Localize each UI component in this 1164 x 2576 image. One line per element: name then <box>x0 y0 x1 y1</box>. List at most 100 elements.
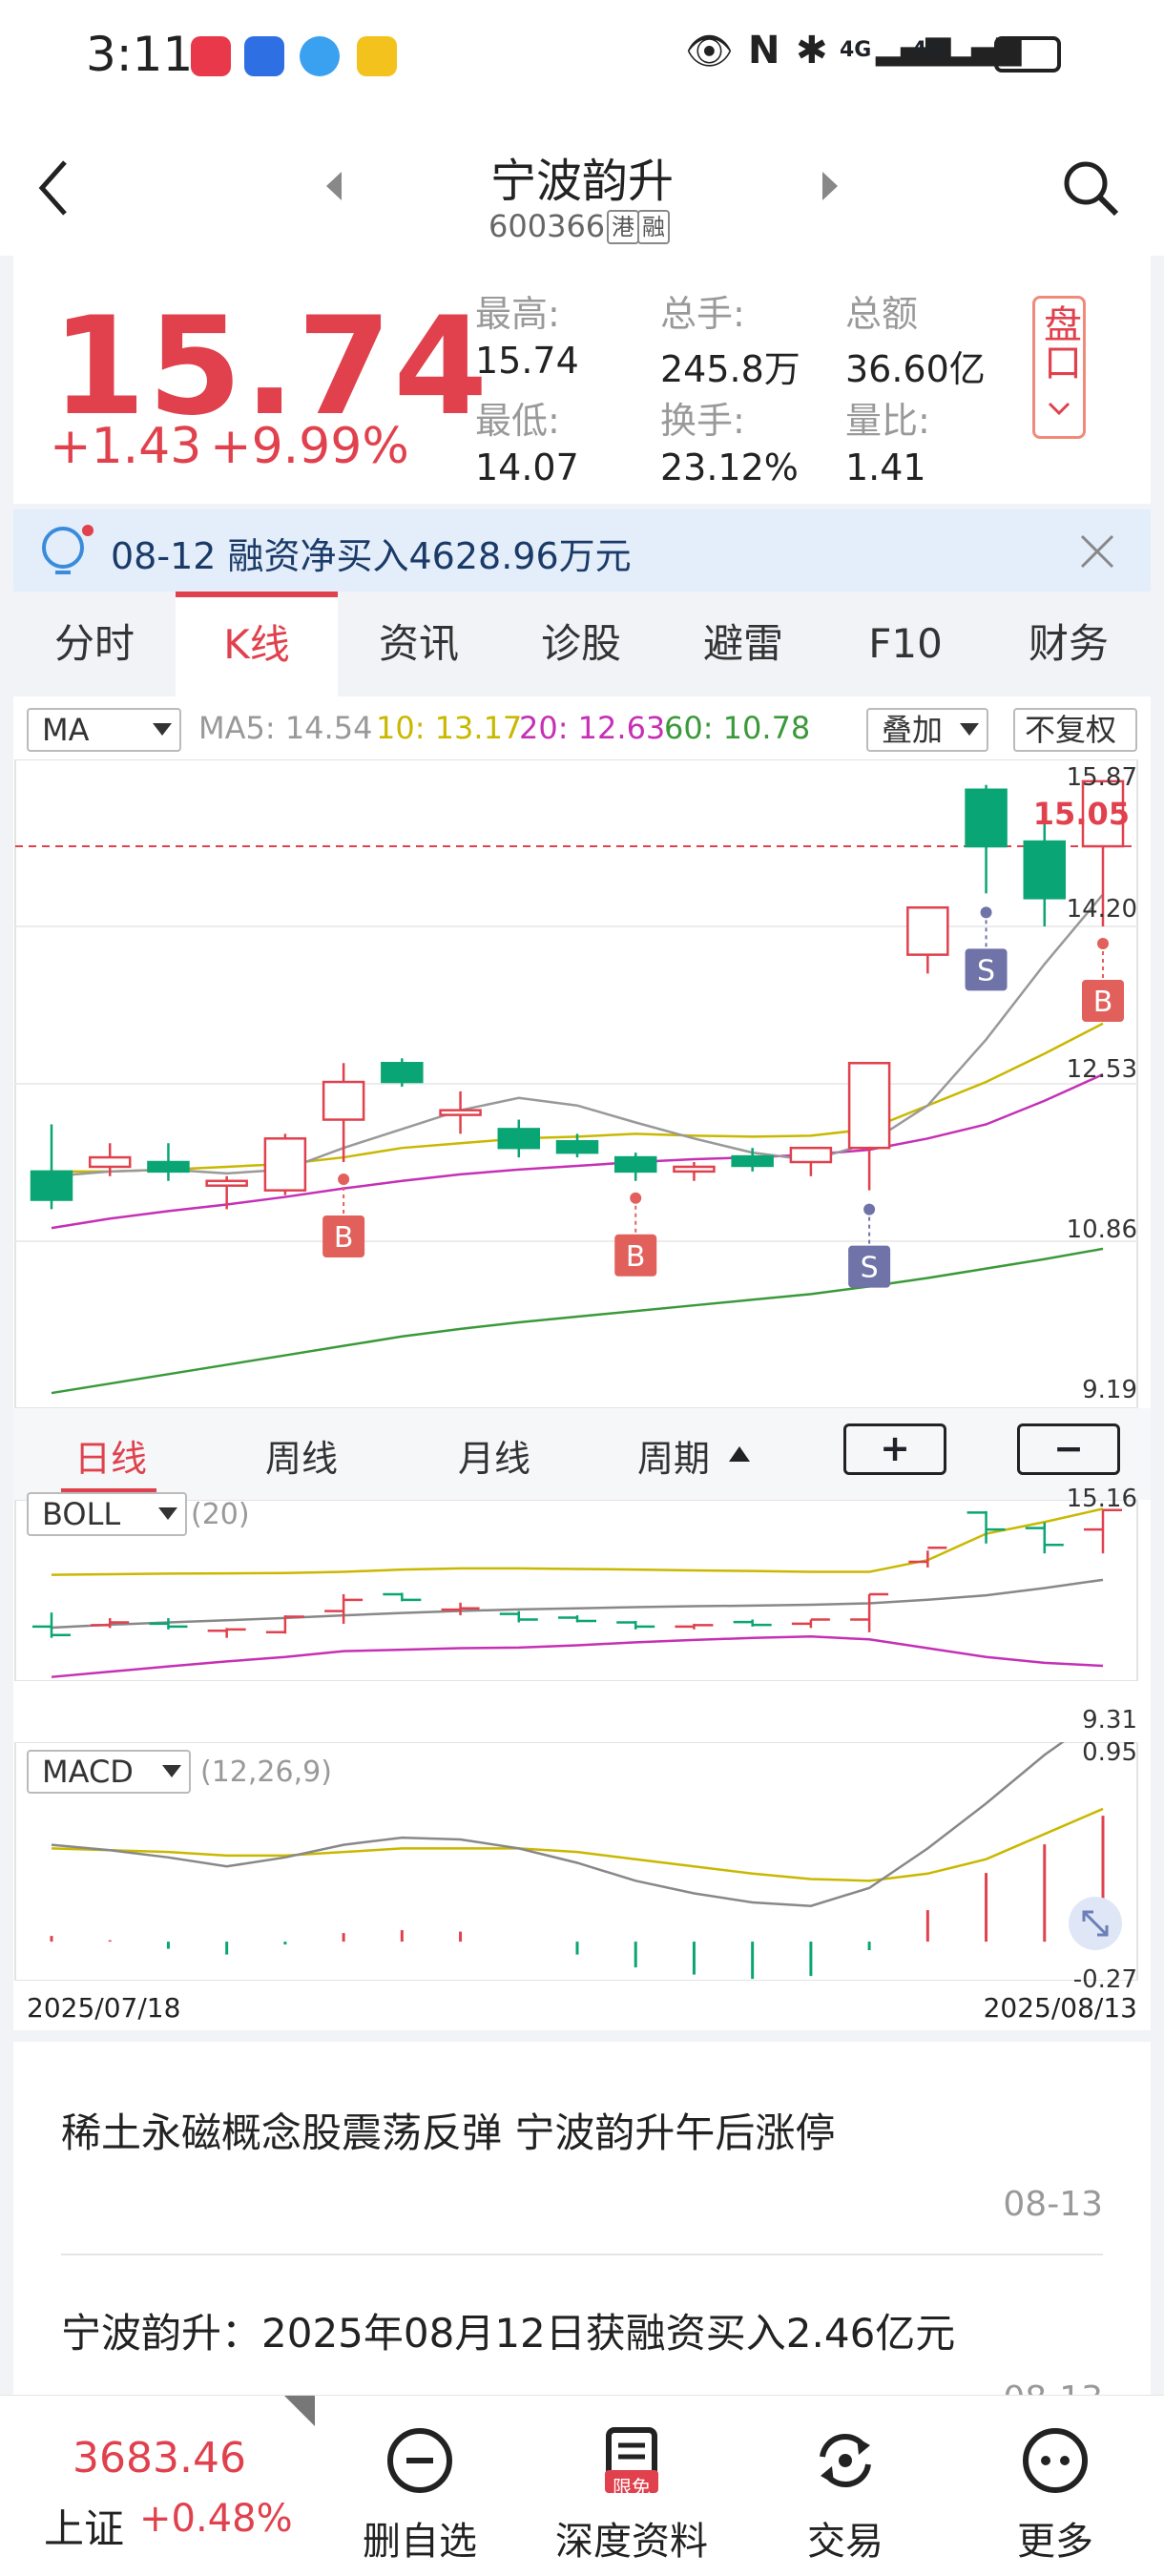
tab-finance[interactable]: 财务 <box>987 592 1151 696</box>
signal-dot <box>980 906 992 919</box>
index-value[interactable]: 3683.46 <box>73 2434 246 2483</box>
volume-ratio-value: 1.41 <box>845 447 926 488</box>
date-end: 2025/08/13 <box>983 1992 1137 2024</box>
hk-connect-tag: 港 <box>607 210 639 244</box>
volume-ratio-label: 量比: <box>845 400 930 442</box>
minus-circle-icon <box>387 2428 452 2493</box>
eye-icon: 👁 <box>685 30 734 73</box>
signal-dot <box>338 1174 350 1186</box>
candle-body <box>263 1137 307 1192</box>
signal-label-b: B <box>1093 986 1113 1019</box>
tab-kline[interactable]: K线 <box>176 592 338 696</box>
boll-selector-label: BOLL <box>42 1496 121 1532</box>
qimao-app-icon <box>357 36 397 76</box>
news-item-title[interactable]: 宁波韵升：2025年08月12日获融资买入2.46亿元 <box>61 2301 955 2359</box>
corner-triangle-icon <box>284 2396 315 2426</box>
macd-dea-line <box>51 1807 1104 1882</box>
candle-body <box>30 1170 73 1201</box>
tab-f10[interactable]: F10 <box>824 592 987 696</box>
adjust-label: 不复权 <box>1025 712 1117 748</box>
deep-data-button[interactable]: 限免 深度资料 <box>546 2424 717 2566</box>
quote-panel: 15.74 +1.43 +9.99% 最高: 15.74 总手: 245.8万 … <box>13 256 1151 504</box>
tab-period[interactable]: 周期 <box>637 1429 710 1482</box>
candle-body <box>789 1146 833 1164</box>
macd-axis-top: 0.95 <box>1082 1738 1137 1767</box>
trade-button[interactable]: 交易 <box>759 2424 931 2566</box>
network-label-a: 4G <box>840 38 872 62</box>
pankou-label: 盘口 <box>1037 304 1081 381</box>
tab-risk[interactable]: 避雷 <box>662 592 824 696</box>
overlay-button[interactable]: 叠加 <box>866 708 988 752</box>
low-value: 14.07 <box>475 447 579 488</box>
signal-label-s: S <box>977 954 995 987</box>
candle-body <box>322 1080 365 1121</box>
remove-watchlist-button[interactable]: 删自选 <box>334 2424 506 2566</box>
huawei-app-icon <box>191 36 231 76</box>
candle-body <box>847 1062 891 1150</box>
volume-label: 总手: <box>660 293 745 335</box>
high-label: 最高: <box>475 293 560 335</box>
network-label-b: 4G <box>912 38 945 62</box>
news-list: 稀土永磁概念股震荡反弹 宁波韵升午后涨停 08-13 宁波韵升：2025年08月… <box>13 2042 1151 2419</box>
macd-selector[interactable]: MACD <box>27 1750 191 1794</box>
bottom-toolbar: 3683.46 上证 +0.48% 删自选 限免 深度资料 交易 更多 <box>0 2395 1164 2576</box>
price-axis-label: 10.86 <box>1066 1215 1137 1244</box>
turnover-label: 换手: <box>660 400 745 442</box>
candle-body <box>88 1155 132 1169</box>
stock-code: 600366 <box>488 208 606 244</box>
next-stock-icon[interactable] <box>821 170 840 202</box>
zoom-out-button[interactable]: − <box>1017 1423 1120 1475</box>
tab-daily[interactable]: 日线 <box>74 1429 147 1482</box>
caret-up-icon <box>729 1446 750 1462</box>
overlay-label: 叠加 <box>882 712 944 748</box>
expand-icon[interactable] <box>1067 1895 1124 1952</box>
signal-label-b: B <box>334 1221 354 1255</box>
candle-body <box>1023 840 1067 900</box>
news-divider <box>61 2254 1103 2255</box>
ma-selector[interactable]: MA <box>27 708 181 752</box>
ma60-line <box>51 1247 1104 1395</box>
tab-diagnosis[interactable]: 诊股 <box>500 592 662 696</box>
exchange-icon <box>820 2433 871 2488</box>
blue-app-icon <box>244 36 284 76</box>
macd-selector-label: MACD <box>42 1754 134 1790</box>
kline-chart-panel: MA MA5: 14.54 10: 13.17 20: 12.63 60: 10… <box>13 696 1151 2030</box>
margin-tag: 融 <box>637 210 670 244</box>
candle-body <box>731 1154 774 1168</box>
notice-text: 08-12 融资净买入4628.96万元 <box>111 535 632 577</box>
candle-body <box>381 1062 424 1084</box>
amount-value: 36.60亿 <box>845 348 986 390</box>
candle-body <box>147 1160 190 1174</box>
stock-name: 宁波韵升 <box>489 155 674 208</box>
bulb-icon <box>42 525 94 574</box>
news-item-title[interactable]: 稀土永磁概念股震荡反弹 宁波韵升午后涨停 <box>61 2101 835 2159</box>
candle-body <box>906 905 949 956</box>
candle-body <box>497 1128 541 1150</box>
zoom-in-button[interactable]: + <box>843 1423 946 1475</box>
pankou-button[interactable]: 盘口 <box>1032 296 1086 439</box>
low-label: 最低: <box>475 400 560 442</box>
caret-down-icon <box>162 1765 181 1777</box>
close-icon[interactable] <box>1078 532 1116 571</box>
ma5-legend: MA5: 14.54 <box>198 710 373 746</box>
index-name[interactable]: 上证 <box>44 2497 124 2555</box>
boll-selector[interactable]: BOLL <box>27 1492 187 1536</box>
ma20-legend: 20: 12.63 <box>519 710 666 746</box>
search-icon[interactable] <box>1061 158 1120 218</box>
status-time: 3:11 <box>86 27 194 82</box>
tab-news[interactable]: 资讯 <box>338 592 500 696</box>
signal-label-s: S <box>861 1252 879 1285</box>
index-change[interactable]: +0.48% <box>139 2497 293 2541</box>
more-button[interactable]: 更多 <box>969 2424 1141 2566</box>
high-value: 15.74 <box>475 340 579 382</box>
bluetooth-icon: ✱ <box>796 29 828 73</box>
tab-weekly[interactable]: 周线 <box>265 1429 338 1482</box>
tab-monthly[interactable]: 月线 <box>458 1429 530 1482</box>
kline-plot[interactable]: B B S S B <box>13 759 1151 1408</box>
current-price-line-label: 15.05 <box>1032 796 1130 832</box>
chevron-down-icon <box>1048 402 1070 416</box>
caret-down-icon <box>158 1507 177 1520</box>
margin-notice-bar[interactable]: 08-12 融资净买入4628.96万元 <box>13 509 1151 592</box>
adjust-button[interactable]: 不复权 <box>1013 708 1137 752</box>
tab-timeshare[interactable]: 分时 <box>13 592 176 696</box>
